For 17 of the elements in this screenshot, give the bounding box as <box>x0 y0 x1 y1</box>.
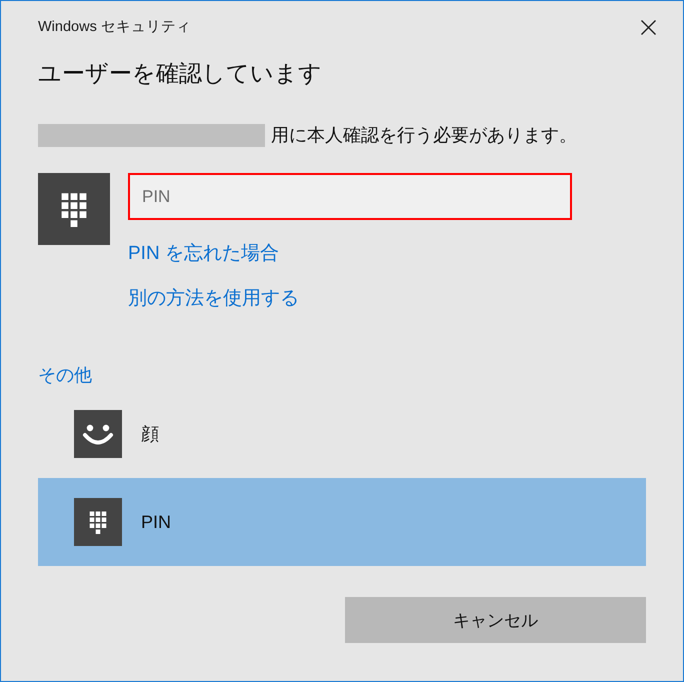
text-link[interactable]: 別の方法を使用する <box>128 288 299 310</box>
sign-in-option[interactable]: 顔 <box>38 390 646 478</box>
option-label: PIN <box>141 512 172 532</box>
sign-in-option[interactable]: PIN <box>38 478 646 566</box>
option-label: 顔 <box>141 423 159 446</box>
close-icon <box>641 20 656 34</box>
text-link[interactable]: PIN を忘れた場合 <box>128 243 279 265</box>
cancel-button[interactable]: キャンセル <box>345 597 646 643</box>
section-heading: その他 <box>38 364 92 386</box>
dialog-heading: ユーザーを確認しています <box>38 59 323 88</box>
smiley-face-icon <box>74 410 122 458</box>
window-title: Windows セキュリティ <box>38 18 191 37</box>
prompt-text: 用に本人確認を行う必要があります。 <box>271 124 577 147</box>
pin-input-field[interactable]: PIN <box>128 173 572 220</box>
keypad-icon <box>38 173 110 245</box>
keypad-icon <box>74 498 122 546</box>
close-button[interactable] <box>641 20 656 34</box>
